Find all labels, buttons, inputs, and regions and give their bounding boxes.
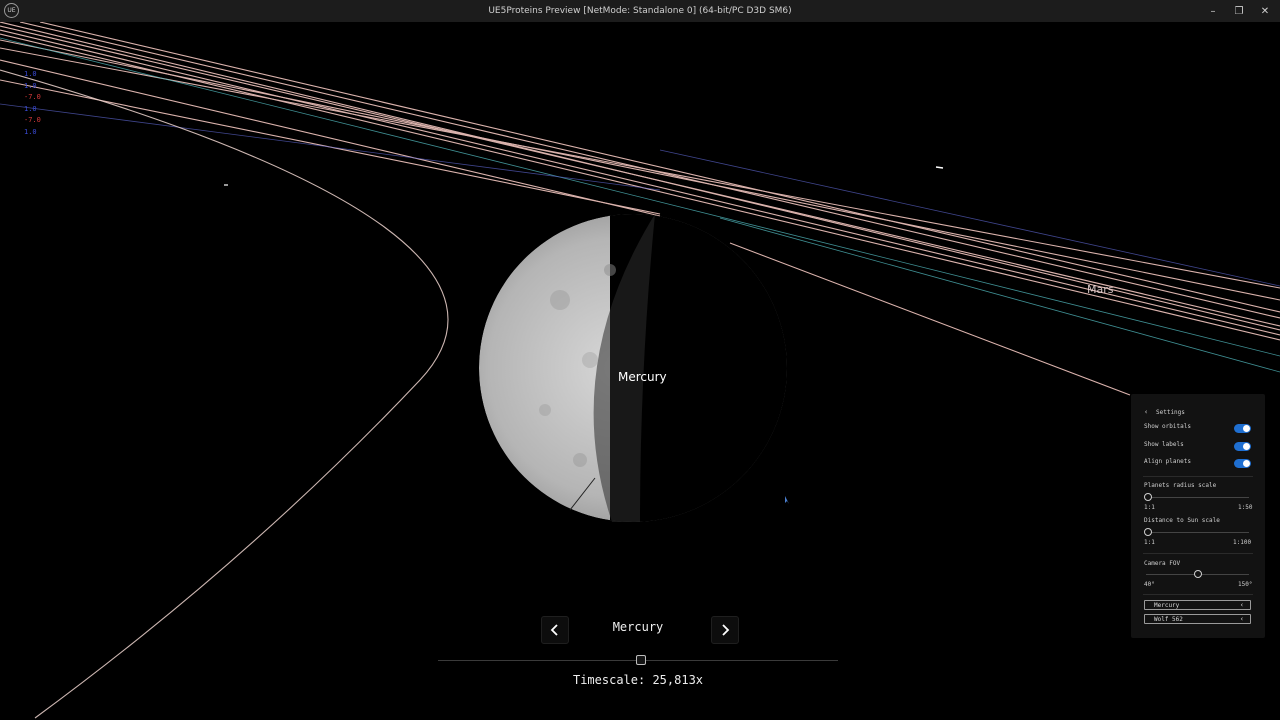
divider <box>1143 594 1253 595</box>
planets-radius-scale-slider[interactable] <box>1146 497 1249 498</box>
planets-radius-scale-min: 1:1 <box>1144 504 1155 511</box>
planet-label-mercury[interactable]: Mercury <box>618 370 667 384</box>
close-button[interactable]: ✕ <box>1252 2 1278 20</box>
align-planets-label: Align planets <box>1144 458 1191 465</box>
planets-radius-scale-thumb[interactable] <box>1144 493 1152 501</box>
show-orbitals-toggle[interactable] <box>1234 424 1251 433</box>
camera-fov-max: 150° <box>1238 581 1253 588</box>
unreal-logo-icon: UE <box>4 3 19 18</box>
debug-line: 1.0 <box>24 127 37 136</box>
next-planet-button[interactable] <box>711 616 739 644</box>
secondary-body-value: Wolf 562 <box>1154 616 1183 623</box>
secondary-body-select[interactable]: Wolf 562 ‹ <box>1144 614 1251 624</box>
chevron-left-icon: ‹ <box>1239 601 1244 609</box>
distance-to-sun-scale-max: 1:100 <box>1233 539 1252 546</box>
distance-to-sun-scale-slider[interactable] <box>1146 532 1249 533</box>
debug-line: 1.0 <box>24 104 37 113</box>
camera-fov-label: Camera FOV <box>1144 560 1181 567</box>
previous-planet-button[interactable] <box>541 616 569 644</box>
planet-label-mars[interactable]: Mars <box>1087 283 1114 296</box>
window-title: UE5Proteins Preview [NetMode: Standalone… <box>488 6 792 16</box>
divider <box>1143 476 1253 477</box>
show-orbitals-label: Show orbitals <box>1144 423 1191 430</box>
debug-line: 1.0 <box>24 70 37 78</box>
collapse-settings-icon[interactable]: ‹ <box>1144 408 1148 416</box>
show-labels-toggle[interactable] <box>1234 442 1251 451</box>
window-titlebar[interactable]: UE UE5Proteins Preview [NetMode: Standal… <box>0 0 1280 22</box>
settings-title: Settings <box>1156 409 1185 416</box>
timescale-slider-thumb[interactable] <box>636 655 646 665</box>
debug-line: 1.0 <box>24 81 37 90</box>
distance-to-sun-scale-min: 1:1 <box>1144 539 1155 546</box>
window-controls: – ❐ ✕ <box>1200 2 1278 20</box>
distance-to-sun-scale-label: Distance to Sun scale <box>1144 517 1220 524</box>
timescale-label: Timescale: 25,813x <box>572 673 704 687</box>
maximize-button[interactable]: ❐ <box>1226 2 1252 20</box>
current-planet-name: Mercury <box>612 620 664 634</box>
chevron-left-icon: ‹ <box>1239 615 1244 623</box>
debug-line: -7.0 <box>24 93 41 101</box>
debug-overlay: 1.0 1.0 -7.0 1.0 -7.0 1.0 <box>24 69 41 138</box>
distance-to-sun-scale-thumb[interactable] <box>1144 528 1152 536</box>
planets-radius-scale-max: 1:50 <box>1238 504 1253 511</box>
align-planets-toggle[interactable] <box>1234 459 1251 468</box>
mouse-cursor-icon <box>785 496 789 504</box>
primary-body-select[interactable]: Mercury ‹ <box>1144 600 1251 610</box>
show-labels-label: Show labels <box>1144 441 1184 448</box>
camera-fov-thumb[interactable] <box>1194 570 1202 578</box>
planets-radius-scale-label: Planets radius scale <box>1144 482 1217 489</box>
divider <box>1143 553 1253 554</box>
minimize-button[interactable]: – <box>1200 2 1226 20</box>
primary-body-value: Mercury <box>1154 602 1180 609</box>
camera-fov-min: 40° <box>1144 581 1155 588</box>
debug-line: -7.0 <box>24 116 41 124</box>
chevron-right-icon <box>722 624 730 636</box>
chevron-left-icon <box>550 624 558 636</box>
